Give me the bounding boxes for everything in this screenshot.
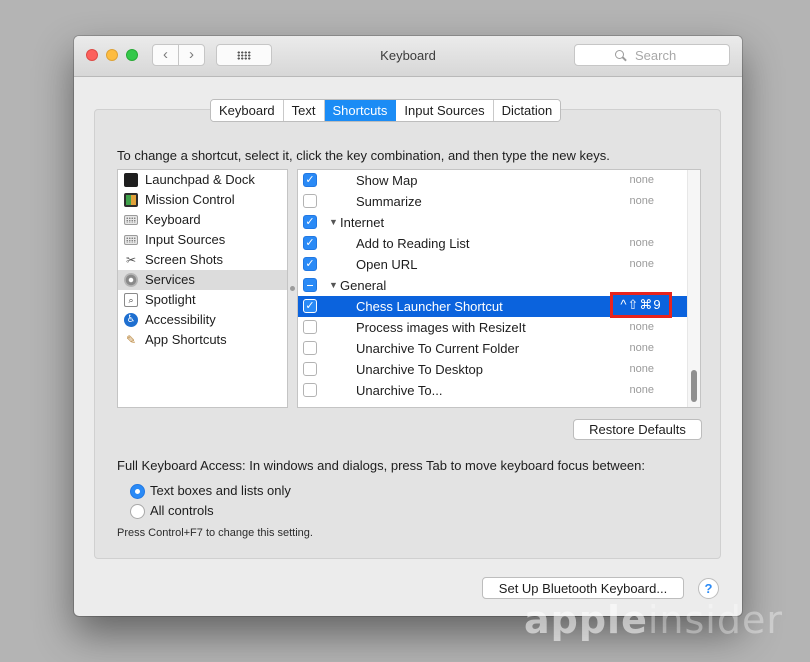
shortcut-label: Unarchive To Current Folder [356, 341, 520, 356]
category-accessibility[interactable]: ♿ Accessibility [118, 310, 287, 330]
keyboard-preferences-window: ‹ › Keyboard Keyboard Text Shortcuts Inp… [74, 36, 742, 616]
shortcut-row[interactable]: ✓ Show Map none [298, 170, 688, 191]
tab-dictation[interactable]: Dictation [493, 100, 561, 121]
appleinsider-watermark: appleinsider [524, 598, 783, 642]
list-splitter-handle[interactable] [290, 286, 295, 291]
category-keyboard[interactable]: Keyboard [118, 210, 287, 230]
input-sources-icon [124, 235, 138, 245]
radio-button[interactable] [130, 484, 145, 499]
tab-text[interactable]: Text [283, 100, 325, 121]
category-label: Services [145, 272, 195, 287]
shortcut-keys[interactable]: none [630, 359, 654, 380]
category-label: Mission Control [145, 192, 235, 207]
shortcut-row[interactable]: Summarize none [298, 191, 688, 212]
shortcut-checkbox[interactable]: ✓ [303, 257, 317, 271]
category-label: App Shortcuts [145, 332, 227, 347]
category-spotlight[interactable]: ⌕ Spotlight [118, 290, 287, 310]
app-shortcuts-icon: ✎ [125, 333, 137, 347]
shortcut-keys[interactable]: none [630, 338, 654, 359]
shortcut-group-row[interactable]: ✓ ▼ Internet [298, 212, 688, 233]
shortcut-label: Summarize [356, 194, 422, 209]
group-label: Internet [340, 215, 385, 230]
shortcut-row[interactable]: ✓ Add to Reading List none [298, 233, 688, 254]
category-label: Accessibility [145, 312, 216, 327]
shortcut-keys[interactable]: none [630, 317, 654, 338]
shortcut-list: ✓ Show Map none Summarize none ✓ ▼ Inter… [297, 169, 701, 408]
shortcut-label: Unarchive To Desktop [356, 362, 483, 377]
shortcut-checkbox[interactable]: ✓ [303, 173, 317, 187]
spotlight-icon: ⌕ [124, 293, 138, 307]
help-button[interactable]: ? [698, 578, 719, 599]
screenshot-icon: ✂ [125, 253, 137, 267]
shortcut-row[interactable]: ✓ Open URL none [298, 254, 688, 275]
shortcut-row[interactable]: Unarchive To... none [298, 380, 688, 401]
shortcut-list-scrollbar[interactable] [687, 170, 700, 407]
category-services[interactable]: Services [118, 270, 287, 290]
search-icon [615, 50, 624, 59]
shortcut-keys-highlighted[interactable]: ^⇧⌘9 [610, 292, 672, 318]
shortcut-keys[interactable]: none [630, 254, 654, 275]
control-f7-hint: Press Control+F7 to change this setting. [117, 527, 313, 539]
radio-button[interactable] [130, 504, 145, 519]
shortcut-row[interactable]: Process images with ResizeIt none [298, 317, 688, 338]
title-bar: ‹ › Keyboard [74, 36, 742, 77]
instruction-text: To change a shortcut, select it, click t… [117, 148, 610, 163]
shortcut-row[interactable]: Unarchive To Desktop none [298, 359, 688, 380]
shortcut-checkbox[interactable]: ✓ [303, 236, 317, 250]
shortcut-checkbox[interactable]: ✓ [303, 299, 317, 313]
shortcut-checkbox[interactable] [303, 341, 317, 355]
group-checkbox[interactable]: ✓ [303, 215, 317, 229]
shortcut-checkbox[interactable] [303, 320, 317, 334]
search-input[interactable] [574, 44, 730, 66]
shortcut-checkbox[interactable] [303, 362, 317, 376]
keyboard-icon [124, 215, 138, 225]
category-label: Keyboard [145, 212, 201, 227]
shortcut-checkbox[interactable] [303, 194, 317, 208]
tab-bar: Keyboard Text Shortcuts Input Sources Di… [210, 99, 562, 122]
shortcut-label: Add to Reading List [356, 236, 470, 251]
group-label: General [340, 278, 387, 293]
tab-shortcuts[interactable]: Shortcuts [324, 100, 397, 121]
category-label: Input Sources [145, 232, 226, 247]
shortcut-keys[interactable]: none [630, 380, 654, 401]
shortcut-label: Open URL [356, 257, 418, 272]
category-launchpad-dock[interactable]: Launchpad & Dock [118, 170, 287, 190]
disclosure-triangle-icon[interactable]: ▼ [329, 212, 338, 233]
shortcut-keys[interactable]: none [630, 233, 654, 254]
shortcut-keys[interactable]: none [630, 170, 654, 191]
shortcut-checkbox[interactable] [303, 383, 317, 397]
restore-defaults-button[interactable]: Restore Defaults [573, 419, 702, 440]
shortcut-label: Chess Launcher Shortcut [356, 299, 503, 314]
shortcut-label: Unarchive To... [356, 383, 443, 398]
category-input-sources[interactable]: Input Sources [118, 230, 287, 250]
shortcut-keys[interactable]: none [630, 191, 654, 212]
set-up-bluetooth-keyboard-button[interactable]: Set Up Bluetooth Keyboard... [482, 577, 684, 599]
category-list: Launchpad & Dock Mission Control Keyboar… [117, 169, 288, 408]
watermark-part-insider: insider [647, 598, 783, 642]
full-keyboard-access-label: Full Keyboard Access: In windows and dia… [117, 458, 645, 473]
tab-input-sources[interactable]: Input Sources [396, 100, 494, 121]
shortcut-row-selected[interactable]: ✓ Chess Launcher Shortcut ^⇧⌘9 [298, 292, 688, 318]
category-label: Launchpad & Dock [145, 172, 255, 187]
shortcut-label: Process images with ResizeIt [356, 320, 526, 335]
tab-keyboard[interactable]: Keyboard [211, 100, 284, 121]
category-screen-shots[interactable]: ✂ Screen Shots [118, 250, 287, 270]
shortcut-label: Show Map [356, 173, 418, 188]
radio-label: Text boxes and lists only [150, 483, 291, 498]
shortcut-row[interactable]: Unarchive To Current Folder none [298, 338, 688, 359]
disclosure-triangle-icon[interactable]: ▼ [329, 275, 338, 296]
accessibility-icon: ♿ [124, 313, 138, 327]
category-label: Spotlight [145, 292, 196, 307]
category-mission-control[interactable]: Mission Control [118, 190, 287, 210]
services-gear-icon [124, 273, 138, 287]
scrollbar-thumb[interactable] [691, 370, 697, 402]
launchpad-icon [124, 173, 138, 187]
watermark-part-apple: apple [524, 598, 648, 642]
category-label: Screen Shots [145, 252, 224, 267]
radio-label: All controls [150, 503, 214, 518]
mission-control-icon [124, 193, 138, 207]
category-app-shortcuts[interactable]: ✎ App Shortcuts [118, 330, 287, 350]
group-checkbox[interactable] [303, 278, 317, 292]
